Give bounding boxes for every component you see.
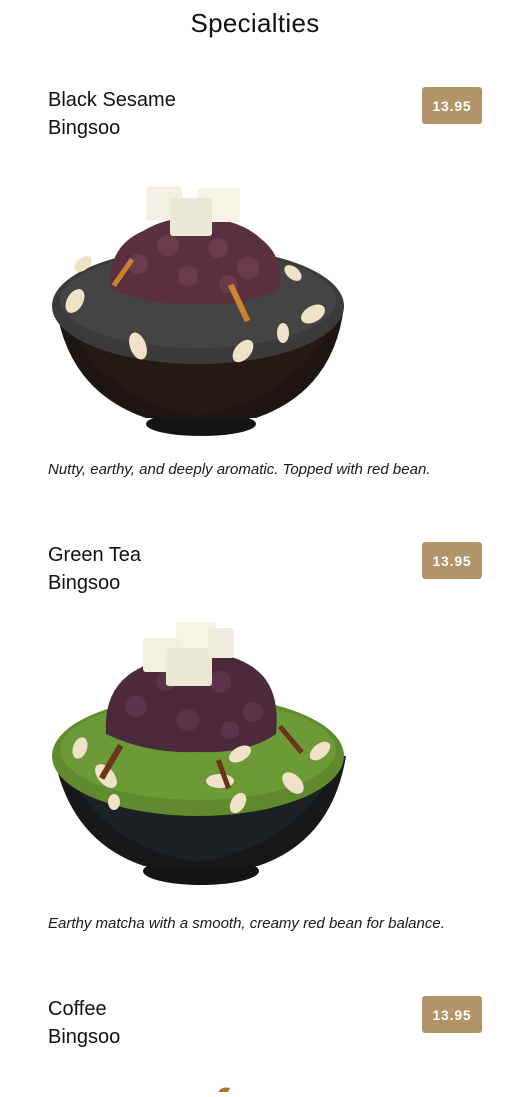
- item-name-line2: Bingsoo: [48, 1026, 121, 1048]
- item-name: Black Sesame Bingsoo: [48, 86, 248, 142]
- item-name: Green Tea Bingsoo: [48, 541, 248, 597]
- coffee-bingsoo-image: [190, 1079, 250, 1092]
- item-name-line1: Coffee: [48, 998, 107, 1020]
- menu-item-coffee: Coffee Bingsoo 13.95: [0, 995, 510, 1092]
- item-name-line2: Bingsoo: [48, 572, 121, 594]
- menu-item-green-tea: Green Tea Bingsoo 13.95 Earthy matcha wi…: [0, 541, 510, 971]
- menu-item-black-sesame: Black Sesame Bingsoo 13.95 Nutty, earthy…: [0, 86, 510, 516]
- price-badge: 13.95: [422, 996, 482, 1033]
- black-sesame-bingsoo-image: [48, 176, 348, 446]
- item-name-line2: Bingsoo: [48, 117, 121, 139]
- price-badge: 13.95: [422, 542, 482, 579]
- price-badge: 13.95: [422, 87, 482, 124]
- item-name: Coffee Bingsoo: [48, 995, 248, 1051]
- page-title: Specialties: [190, 8, 320, 38]
- item-name-line1: Green Tea: [48, 544, 142, 566]
- green-tea-bingsoo-image: [48, 616, 348, 886]
- item-description: Earthy matcha with a smooth, creamy red …: [48, 915, 445, 932]
- item-name-line1: Black Sesame: [48, 89, 176, 111]
- item-description: Nutty, earthy, and deeply aromatic. Topp…: [48, 461, 431, 478]
